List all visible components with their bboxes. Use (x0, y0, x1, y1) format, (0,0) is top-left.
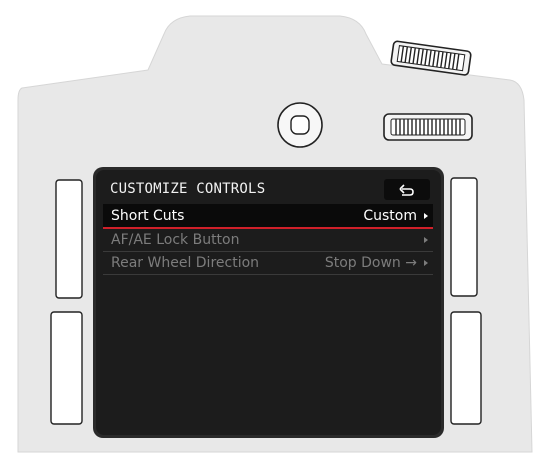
left-lower-button[interactable] (50, 311, 83, 425)
chevron-right-icon (424, 237, 428, 243)
menu-item-label: AF/AE Lock Button (111, 232, 240, 248)
menu-header: CUSTOMIZE CONTROLS (96, 170, 441, 204)
menu-item-af-ae-lock-button[interactable]: AF/AE Lock Button (103, 229, 433, 252)
menu-item-value: Custom (363, 207, 417, 224)
back-button[interactable] (384, 179, 430, 200)
left-upper-button[interactable] (55, 179, 83, 299)
rear-thumbwheel[interactable] (383, 113, 473, 141)
menu-item-value: Stop Down → (324, 255, 417, 271)
menu-item-label: Short Cuts (111, 207, 185, 224)
right-lower-button[interactable] (450, 311, 482, 425)
right-upper-button[interactable] (450, 177, 478, 297)
joystick-button[interactable] (277, 102, 323, 148)
back-arrow-icon (399, 184, 414, 196)
menu-item-short-cuts[interactable]: Short Cuts Custom (103, 204, 433, 229)
camera-rear-view: CUSTOMIZE CONTROLS Short Cuts Custom AF/… (0, 0, 539, 455)
menu-item-label: Rear Wheel Direction (111, 255, 260, 271)
menu-title: CUSTOMIZE CONTROLS (110, 181, 266, 197)
menu-item-rear-wheel-direction[interactable]: Rear Wheel Direction Stop Down → (103, 252, 433, 275)
chevron-right-icon (424, 260, 428, 266)
chevron-right-icon (424, 212, 428, 219)
lcd-screen: CUSTOMIZE CONTROLS Short Cuts Custom AF/… (96, 170, 441, 435)
